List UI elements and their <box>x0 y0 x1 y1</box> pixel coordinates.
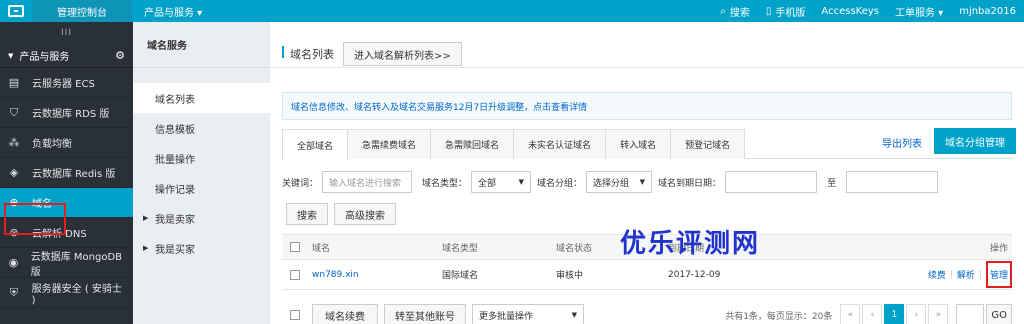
advanced-search-button[interactable]: 高级搜索 <box>334 203 396 225</box>
caret-right-icon: ▶ <box>143 244 149 252</box>
notice-banner[interactable]: 域名信息修改、域名转入及域名交易服务12月7日升级调整，点击查看详情 <box>282 92 1012 120</box>
gear-icon[interactable]: ⚙ <box>115 49 125 62</box>
mobile-link[interactable]: ▯ 手机版 <box>758 0 814 22</box>
next-page-button[interactable]: › <box>906 304 927 324</box>
page-1-button[interactable]: 1 <box>884 304 905 324</box>
row-checkbox[interactable] <box>290 269 300 280</box>
domain-group-manage-button[interactable]: 域名分组管理 <box>934 128 1016 154</box>
batch-actions-select[interactable]: 更多批量操作 ▼ <box>472 304 584 324</box>
sidebar-item-redis[interactable]: ◈ 云数据库 Redis 版 <box>0 158 133 188</box>
subnav-item-log[interactable]: 操作记录 <box>133 173 270 203</box>
go-button[interactable]: GO <box>986 304 1012 324</box>
secondary-nav: 域名服务 域名列表 信息模板 批量操作 操作记录 ▶ 我是卖家 ▶ 我是买家 <box>133 22 270 324</box>
group-label: 域名分组： <box>537 178 583 189</box>
shield-icon: ⛨ <box>9 285 18 299</box>
aliyun-logo-icon[interactable] <box>0 0 32 22</box>
table-row: wn789.xin 国际域名 审核中 2017-12-09 续费 | 解析 | … <box>282 260 1012 290</box>
tab-urgent-renew[interactable]: 急需续费域名 <box>347 129 432 159</box>
first-page-button[interactable]: « <box>840 304 861 324</box>
page-header: 域名列表 进入域名解析列表>> <box>270 22 1024 68</box>
type-select[interactable]: 全部 ▼ <box>471 171 532 193</box>
sidebar: III ▼ 产品与服务 ⚙ ▤ 云服务器 ECS ⛉ 云数据库 RDS 版 ⁂ 负载均… <box>0 22 133 324</box>
subnav-item-seller[interactable]: ▶ 我是卖家 <box>133 203 270 233</box>
tab-urgent-redeem[interactable]: 急需赎回域名 <box>430 129 515 159</box>
to-label: 至 <box>827 178 837 189</box>
col-type: 域名类型 <box>442 243 479 254</box>
caret-right-icon: ▶ <box>143 214 149 222</box>
expire-start-input[interactable] <box>725 171 818 193</box>
transfer-account-button[interactable]: 转至其他账号 <box>384 304 466 324</box>
search-link[interactable]: ⌕ 搜索 <box>712 0 758 22</box>
tab-transfer-in[interactable]: 转入域名 <box>605 129 672 159</box>
top-bar: 管理控制台 产品与服务 ▾ ⌕ 搜索 ▯ 手机版 AccessKeys 工单服务 ▾… <box>0 0 1024 22</box>
export-list-link[interactable]: 导出列表 <box>882 135 922 150</box>
subnav-title: 域名服务 <box>133 22 270 68</box>
sidebar-group-products[interactable]: ▼ 产品与服务 ⚙ <box>0 44 133 68</box>
expire-label: 域名到期日期： <box>658 178 722 189</box>
pagination-summary: 共有1条，每页显示：20条 <box>725 311 833 322</box>
manage-link[interactable]: 管理 <box>985 261 1012 288</box>
server-icon: ▤ <box>8 76 20 89</box>
watermark-text: 优乐评测网 <box>620 229 761 259</box>
resolve-link[interactable]: 解析 <box>957 268 975 281</box>
tab-unverified[interactable]: 未实名认证域名 <box>513 129 607 159</box>
search-button[interactable]: 搜索 <box>286 203 328 225</box>
keyword-label: 关键词： <box>282 178 319 189</box>
page-jump-input[interactable] <box>956 304 985 324</box>
mongodb-icon: ◉ <box>8 256 19 269</box>
domain-link[interactable]: wn789.xin <box>312 270 442 280</box>
highlight-box-domain <box>4 203 66 235</box>
console-link[interactable]: 管理控制台 <box>32 0 132 22</box>
search-icon: ⌕ <box>720 5 726 17</box>
load-balancer-icon: ⁂ <box>8 136 20 149</box>
table-footer: 域名续费 转至其他账号 更多批量操作 ▼ 共有1条，每页显示：20条 « ‹ 1 … <box>282 301 1012 324</box>
chevron-down-icon: ▼ <box>571 311 577 319</box>
col-domain: 域名 <box>312 243 331 254</box>
page-title: 域名列表 <box>290 48 334 61</box>
sidebar-item-security[interactable]: ⛨ 服务器安全 ( 安骑士 ) <box>0 278 133 308</box>
redis-icon: ◈ <box>9 166 19 179</box>
sidebar-item-slb[interactable]: ⁂ 负载均衡 <box>0 128 133 158</box>
pagination: « ‹ 1 › » <box>840 304 949 324</box>
last-page-button[interactable]: » <box>928 304 949 324</box>
chevron-down-icon: ▼ <box>639 178 646 186</box>
tab-preregister[interactable]: 预登记域名 <box>670 129 746 159</box>
expire-end-input[interactable] <box>846 171 939 193</box>
goto-dns-list-button[interactable]: 进入域名解析列表>> <box>343 42 462 66</box>
tab-all[interactable]: 全部域名 <box>282 129 349 160</box>
domain-status: 审核中 <box>556 271 584 281</box>
filter-row: 关键词： 输入域名进行搜索 域名类型： 全部 ▼ 域名分组： 选择分组 ▼ 域名到期… <box>282 170 939 194</box>
user-menu[interactable]: mjnba2016 <box>951 0 1024 22</box>
footer-select-all-checkbox[interactable] <box>290 310 300 320</box>
keyword-input[interactable]: 输入域名进行搜索 <box>322 171 413 193</box>
type-label: 域名类型： <box>422 178 468 189</box>
sidebar-item-ecs[interactable]: ▤ 云服务器 ECS <box>0 68 133 98</box>
accesskeys-link[interactable]: AccessKeys <box>813 0 887 22</box>
renew-link[interactable]: 续费 <box>928 268 946 281</box>
sidebar-item-mongodb[interactable]: ◉ 云数据库 MongoDB 版 <box>0 248 133 278</box>
main-content: 域名列表 进入域名解析列表>> 域名信息修改、域名转入及域名交易服务12月7日升… <box>270 22 1024 324</box>
mobile-icon: ▯ <box>765 5 772 17</box>
subnav-item-buyer[interactable]: ▶ 我是买家 <box>133 233 270 263</box>
database-icon: ⛉ <box>9 105 19 119</box>
col-actions: 操作 <box>989 243 1008 254</box>
domain-type: 国际域名 <box>442 271 479 281</box>
subnav-item-batch[interactable]: 批量操作 <box>133 143 270 173</box>
ticket-menu[interactable]: 工单服务 ▾ <box>887 0 951 22</box>
subnav-item-domain-list[interactable]: 域名列表 <box>133 83 270 113</box>
prev-page-button[interactable]: ‹ <box>862 304 883 324</box>
sidebar-collapse-toggle[interactable]: III <box>0 22 133 44</box>
domain-expire: 2017-12-09 <box>668 269 721 280</box>
subnav-item-info-template[interactable]: 信息模板 <box>133 113 270 143</box>
caret-down-icon: ▼ <box>8 51 14 60</box>
sidebar-item-rds[interactable]: ⛉ 云数据库 RDS 版 <box>0 98 133 128</box>
chevron-down-icon: ▼ <box>518 178 525 186</box>
search-button-row: 搜索 高级搜索 <box>286 203 396 225</box>
title-accent-bar <box>282 46 284 58</box>
group-select[interactable]: 选择分组 ▼ <box>586 171 653 193</box>
batch-renew-button[interactable]: 域名续费 <box>312 304 378 324</box>
select-all-checkbox[interactable] <box>290 242 300 252</box>
products-menu[interactable]: 产品与服务 ▾ <box>132 0 214 22</box>
